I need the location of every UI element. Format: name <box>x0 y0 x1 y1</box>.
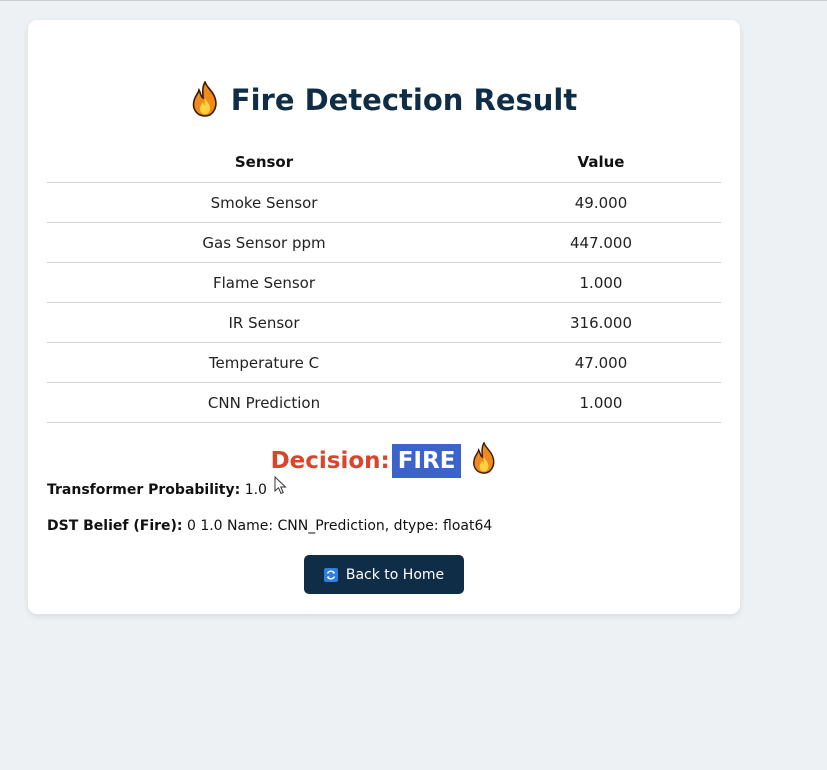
column-header-sensor: Sensor <box>47 142 481 183</box>
table-row: Flame Sensor 1.000 <box>47 262 721 303</box>
fire-icon <box>191 81 219 117</box>
table-row: IR Sensor 316.000 <box>47 302 721 343</box>
sensor-name-cell: IR Sensor <box>47 302 481 343</box>
back-to-home-label: Back to Home <box>345 566 445 583</box>
sensor-name-cell: Smoke Sensor <box>47 182 481 223</box>
sensor-value-cell: 1.000 <box>481 382 721 423</box>
page-title: Fire Detection Result <box>28 80 740 120</box>
result-card: Fire Detection Result Sensor Value Smoke… <box>28 20 740 614</box>
decision-value: FIRE <box>391 444 462 478</box>
table-row: CNN Prediction 1.000 <box>47 382 721 423</box>
table-header-row: Sensor Value <box>47 142 721 183</box>
transformer-probability-value: 1.0 <box>244 482 267 498</box>
page-title-text: Fire Detection Result <box>230 83 578 117</box>
sensor-name-cell: Temperature C <box>47 342 481 383</box>
window-top-border <box>0 0 827 1</box>
table-row: Smoke Sensor 49.000 <box>47 182 721 223</box>
table-row: Gas Sensor ppm 447.000 <box>47 222 721 263</box>
back-to-home-button[interactable]: Back to Home <box>304 555 464 594</box>
sensor-name-cell: Flame Sensor <box>47 262 481 303</box>
dst-belief-value: 0 1.0 Name: CNN_Prediction, dtype: float… <box>186 518 493 534</box>
sensor-name-cell: Gas Sensor ppm <box>47 222 481 263</box>
sensor-value-cell: 49.000 <box>481 182 721 223</box>
sensor-value-cell: 447.000 <box>481 222 721 263</box>
dst-belief: DST Belief (Fire): 0 1.0 Name: CNN_Predi… <box>47 518 492 534</box>
dst-belief-label: DST Belief (Fire): <box>47 518 183 534</box>
mouse-cursor-icon <box>274 475 288 500</box>
table-row: Temperature C 47.000 <box>47 342 721 383</box>
column-header-value: Value <box>481 142 721 183</box>
refresh-icon <box>323 567 338 582</box>
sensor-name-cell: CNN Prediction <box>47 382 481 423</box>
decision-line: Decision: FIRE <box>28 442 740 479</box>
sensor-value-cell: 1.000 <box>481 262 721 303</box>
decision-label: Decision: <box>270 448 390 474</box>
transformer-probability-label: Transformer Probability: <box>47 482 241 498</box>
fire-icon <box>471 442 497 474</box>
sensor-value-cell: 47.000 <box>481 342 721 383</box>
transformer-probability: Transformer Probability: 1.0 <box>47 482 267 498</box>
sensor-value-cell: 316.000 <box>481 302 721 343</box>
sensor-table: Sensor Value Smoke Sensor 49.000 Gas Sen… <box>47 142 721 423</box>
